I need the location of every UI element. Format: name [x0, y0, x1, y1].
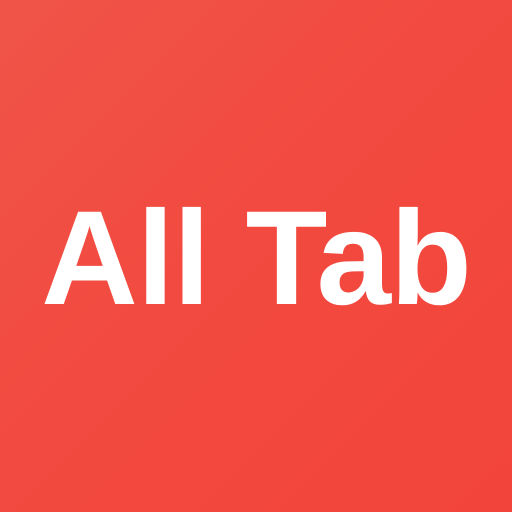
app-icon: All Tab: [0, 0, 512, 512]
app-title: All Tab: [41, 184, 472, 333]
